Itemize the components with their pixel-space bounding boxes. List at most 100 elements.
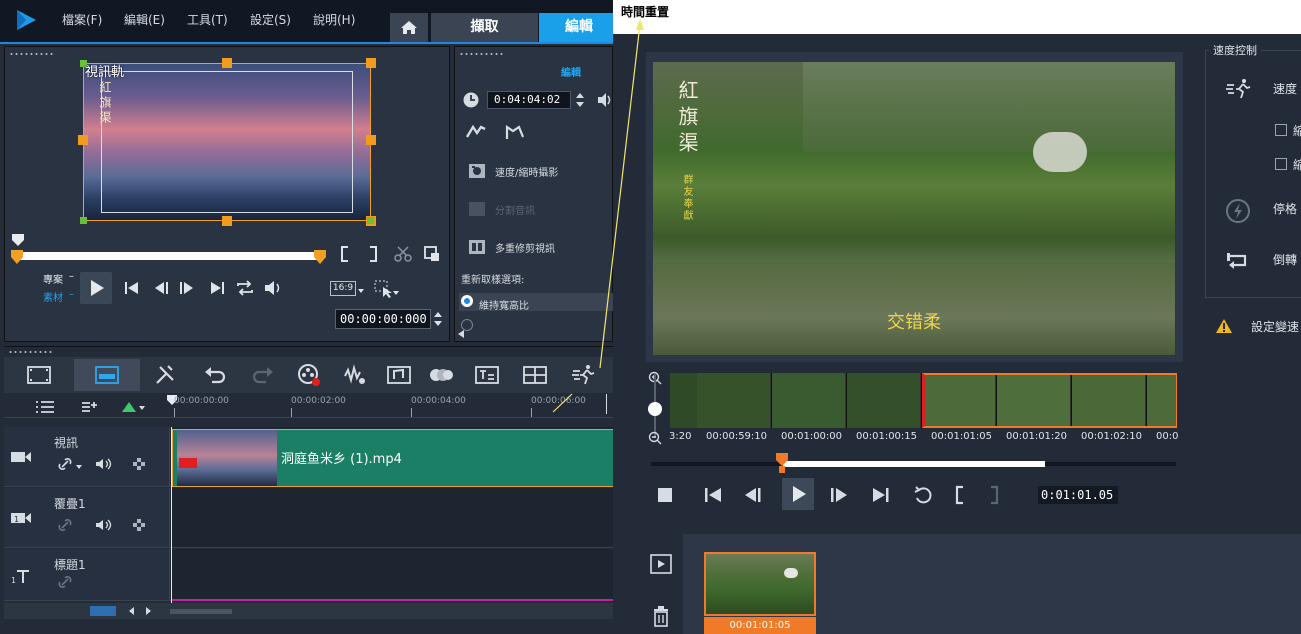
trim-out-marker-icon[interactable] [314, 250, 326, 264]
resize-handle-top[interactable] [222, 58, 232, 68]
redo-icon[interactable] [250, 362, 276, 388]
zoom-slider-thumb[interactable] [648, 402, 662, 416]
speed-timelapse-option[interactable]: 速度/縮時攝影 [495, 164, 558, 179]
selected-range[interactable] [922, 373, 1177, 428]
overlay-track[interactable]: 1 覆疊1 [4, 488, 613, 548]
mute-track-icon[interactable] [94, 457, 114, 471]
trim-mark-out-icon[interactable] [983, 484, 1007, 506]
options-edit-tab[interactable]: 編輯 [561, 64, 581, 79]
trim-playhead-icon[interactable] [775, 452, 789, 474]
frame-strip[interactable] [670, 373, 1177, 428]
zoom-out-icon[interactable] [648, 431, 662, 445]
snapshot-thumbnail[interactable] [704, 552, 816, 616]
subtitle-editor-icon[interactable] [474, 362, 500, 388]
track-manager-icon[interactable] [34, 400, 56, 414]
add-track-icon[interactable] [90, 606, 116, 616]
trim-timecode[interactable]: 0:01:01.05 [1038, 486, 1118, 504]
fade-in-icon[interactable] [465, 123, 489, 141]
reverse-icon[interactable] [1225, 250, 1251, 270]
trim-mark-in-icon[interactable] [949, 484, 973, 506]
timeline-scrollbar[interactable] [4, 603, 613, 619]
duration-spinner-icon[interactable] [575, 91, 585, 109]
home-tab[interactable] [390, 13, 428, 42]
trim-go-end-icon[interactable] [869, 484, 893, 506]
resize-handle-top-right[interactable] [366, 58, 376, 68]
clip-mode-label[interactable]: 素材 [43, 289, 63, 304]
auto-music-icon[interactable] [386, 362, 412, 388]
fade-out-icon[interactable] [503, 123, 527, 141]
mark-in-icon[interactable] [339, 245, 351, 263]
scroll-arrows-icon[interactable] [128, 606, 152, 616]
volume-icon[interactable] [262, 277, 284, 299]
aspect-ratio-selector[interactable]: 16:9 [330, 281, 356, 296]
sound-mixer-icon[interactable] [342, 362, 368, 388]
menu-file[interactable]: 檔案(F) [62, 11, 102, 28]
link-icon[interactable] [58, 457, 84, 471]
playhead-marker-icon[interactable] [11, 233, 25, 247]
timecode-spinner-icon[interactable] [433, 309, 443, 329]
menu-edit[interactable]: 編輯(E) [124, 11, 165, 28]
add-to-bin-icon[interactable] [649, 552, 673, 576]
options-grip[interactable] [459, 52, 505, 56]
resize-handle-left[interactable] [78, 135, 88, 145]
overlay-link-icon[interactable] [58, 518, 74, 532]
overlay-mute-icon[interactable] [94, 518, 114, 532]
corner-handle-bl[interactable] [80, 217, 87, 224]
record-capture-icon[interactable] [296, 362, 322, 388]
player-timecode[interactable]: 00:00:00:000 [335, 309, 431, 329]
tools-icon[interactable] [152, 362, 178, 388]
overlay-ripple-icon[interactable] [132, 518, 146, 532]
split-scissors-icon[interactable] [393, 245, 413, 263]
multi-camera-icon[interactable] [522, 362, 548, 388]
trim-prev-frame-icon[interactable] [741, 484, 765, 506]
next-frame-icon[interactable] [176, 277, 198, 299]
scroll-left-icon[interactable] [457, 329, 465, 339]
aspect-dropdown-icon[interactable] [357, 287, 365, 295]
selection-mode-icon[interactable] [373, 279, 399, 299]
trim-repeat-icon[interactable] [911, 484, 935, 506]
scroll-thumb[interactable] [170, 609, 232, 614]
menu-help[interactable]: 說明(H) [313, 11, 355, 28]
previous-frame-icon[interactable] [150, 277, 172, 299]
time-remapping-icon[interactable] [570, 362, 596, 388]
ripple-editing-icon[interactable] [132, 457, 146, 471]
clip-volume-icon[interactable] [596, 91, 613, 109]
timeline-ruler[interactable]: 00:00:00:00 00:00:02:00 00:00:04:00 00:0… [4, 394, 613, 418]
stop-icon[interactable] [653, 484, 677, 506]
resize-handle-right[interactable] [366, 135, 376, 145]
menu-settings[interactable]: 設定(S) [250, 11, 291, 28]
go-to-start-icon[interactable] [121, 277, 143, 299]
title-link-icon[interactable] [58, 575, 74, 589]
video-clip[interactable]: 洞庭鱼米乡 (1).mp4 [172, 429, 613, 487]
preview-canvas[interactable]: 紅旗渠 視訊軌 [78, 58, 376, 226]
trim-next-frame-icon[interactable] [827, 484, 851, 506]
multi-trim-option[interactable]: 多重修剪視訊 [495, 240, 555, 255]
tab-edit[interactable]: 編輯 [539, 13, 613, 42]
panel-grip[interactable] [9, 52, 55, 56]
option-checkbox-1[interactable] [1275, 124, 1287, 136]
video-track[interactable]: 視訊 洞庭鱼米乡 (1).mp4 [4, 427, 613, 487]
add-marker-icon[interactable] [120, 400, 146, 414]
resize-handle-bottom[interactable] [222, 216, 232, 226]
option-checkbox-2[interactable] [1275, 158, 1287, 170]
trim-in-marker-icon[interactable] [11, 250, 23, 264]
keep-aspect-radio[interactable] [461, 295, 473, 307]
trim-play-button[interactable] [782, 478, 814, 510]
mark-out-icon[interactable] [367, 245, 379, 263]
undo-icon[interactable] [202, 362, 228, 388]
player-scrubber[interactable] [17, 252, 323, 260]
freeze-frame-icon[interactable] [1225, 198, 1251, 224]
delete-icon[interactable] [651, 604, 671, 628]
repeat-icon[interactable] [234, 277, 256, 299]
motion-tracking-icon[interactable] [428, 362, 454, 388]
clip-duration-field[interactable]: 0:04:04:02 [487, 91, 571, 109]
title-track[interactable]: 1 標題1 [4, 549, 613, 601]
tab-capture[interactable]: 擷取 [431, 13, 538, 42]
storyboard-view-icon[interactable] [26, 362, 52, 388]
project-mode-label[interactable]: 專案 [43, 271, 63, 286]
trim-go-start-icon[interactable] [701, 484, 725, 506]
timeline-view-icon[interactable] [94, 362, 120, 388]
play-button[interactable] [80, 272, 112, 304]
timeline-grip[interactable] [8, 350, 54, 354]
menu-tools[interactable]: 工具(T) [187, 11, 228, 28]
